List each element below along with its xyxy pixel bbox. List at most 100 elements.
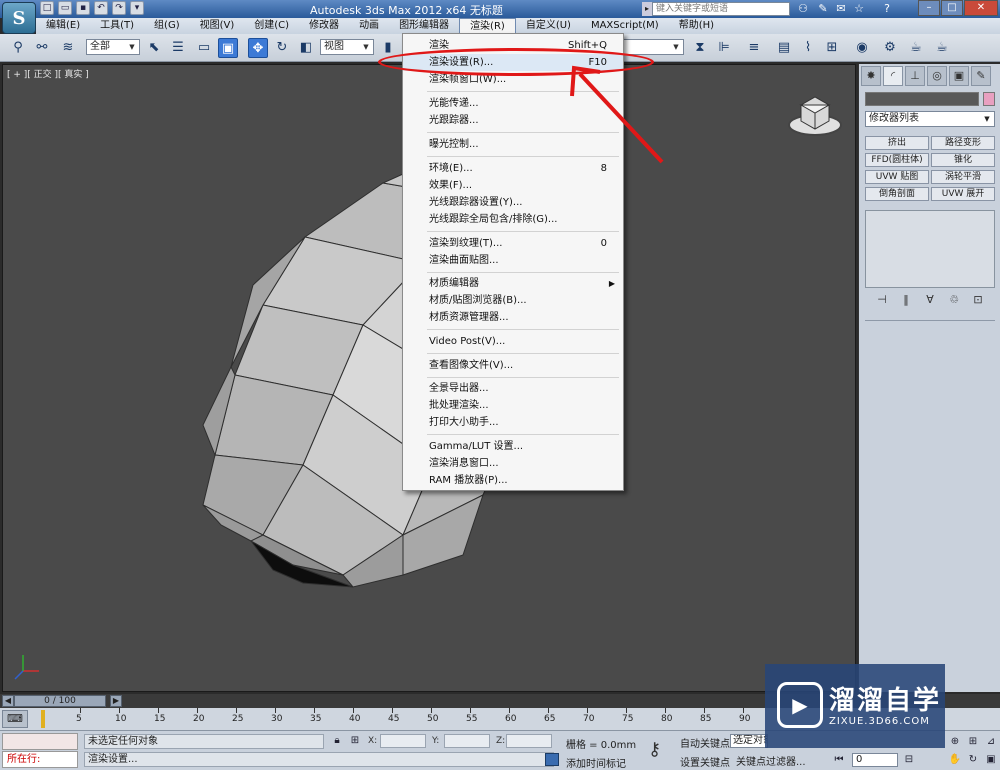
display-tab-icon[interactable]: ▣ bbox=[949, 66, 969, 86]
select-scale-icon[interactable]: ◧ bbox=[296, 38, 316, 58]
graphite-tools-icon[interactable]: ▤ bbox=[774, 38, 794, 58]
mini-curve-editor-icon[interactable]: ⌨ bbox=[2, 710, 28, 728]
pin-stack-icon[interactable]: ⊣ bbox=[873, 292, 891, 308]
go-to-start-icon[interactable]: ⏮ bbox=[832, 753, 846, 767]
modifier-button-turbosmooth[interactable]: 涡轮平滑 bbox=[931, 170, 995, 184]
menu-rendering[interactable]: 渲染(R) bbox=[459, 18, 516, 34]
rectangle-selection-icon[interactable]: ▭ bbox=[194, 38, 214, 58]
modifier-button-path-deform[interactable]: 路径变形 bbox=[931, 136, 995, 150]
key-filters-button[interactable]: 关键点过滤器... bbox=[736, 753, 806, 768]
motion-tab-icon[interactable]: ◎ bbox=[927, 66, 947, 86]
menu-edit[interactable]: 编辑(E) bbox=[36, 18, 90, 34]
render-setup-icon[interactable]: ⚙ bbox=[880, 38, 900, 58]
hierarchy-tab-icon[interactable]: ⊥ bbox=[905, 66, 925, 86]
pan-icon[interactable]: ✋ bbox=[948, 753, 962, 767]
modifier-stack[interactable] bbox=[865, 210, 995, 288]
modifier-list-dropdown[interactable]: 修改器列表 ▼ bbox=[865, 111, 995, 127]
rendered-frame-window-icon[interactable]: ☕ bbox=[906, 38, 926, 58]
selection-filter-dropdown[interactable]: 全部 ▼ bbox=[86, 39, 140, 55]
menu-item-light-tracer[interactable]: 光跟踪器... bbox=[403, 112, 623, 129]
menu-item-material-map-browser[interactable]: 材质/贴图浏览器(B)... bbox=[403, 292, 623, 309]
modifier-button-unwrap-uvw[interactable]: UVW 展开 bbox=[931, 187, 995, 201]
modifier-button-uvw-map[interactable]: UVW 贴图 bbox=[865, 170, 929, 184]
layer-manager-icon[interactable]: ≡ bbox=[744, 38, 764, 58]
object-color-swatch[interactable] bbox=[983, 92, 995, 106]
field-of-view-icon[interactable]: ⊿ bbox=[984, 735, 998, 749]
communication-icon[interactable]: ✉ bbox=[834, 2, 848, 16]
menu-item-print-size-wizard[interactable]: 打印大小助手... bbox=[403, 414, 623, 431]
menu-item-radiosity[interactable]: 光能传递... bbox=[403, 95, 623, 112]
menu-create[interactable]: 创建(C) bbox=[244, 18, 299, 34]
menu-item-material-editor[interactable]: 材质编辑器 ▶ bbox=[403, 275, 623, 292]
menu-item-raytrace-global[interactable]: 光线跟踪全局包含/排除(G)... bbox=[403, 211, 623, 228]
redo-icon[interactable]: ↷ bbox=[112, 1, 126, 15]
menu-item-material-explorer[interactable]: 材质资源管理器... bbox=[403, 309, 623, 326]
menu-item-effects[interactable]: 效果(F)... bbox=[403, 177, 623, 194]
menu-item-render-to-texture[interactable]: 渲染到纹理(T)... 0 bbox=[403, 235, 623, 252]
remove-modifier-icon[interactable]: ♲ bbox=[945, 292, 963, 308]
modify-tab-icon[interactable]: ◜ bbox=[883, 66, 903, 86]
unlink-icon[interactable]: ⚯ bbox=[32, 38, 52, 58]
binoculars-icon[interactable]: ⚇ bbox=[796, 2, 810, 16]
z-coord-field[interactable] bbox=[506, 734, 552, 748]
mirror-icon[interactable]: ⧗ bbox=[690, 38, 710, 58]
y-coord-field[interactable] bbox=[444, 734, 490, 748]
select-object-icon[interactable]: ⬉ bbox=[144, 38, 164, 58]
menu-animation[interactable]: 动画 bbox=[349, 18, 389, 34]
new-icon[interactable]: □ bbox=[40, 1, 54, 15]
select-move-icon[interactable]: ✥ bbox=[248, 38, 268, 58]
menu-item-batch-render[interactable]: 批处理渲染... bbox=[403, 397, 623, 414]
named-selection-dropdown[interactable]: ▼ bbox=[620, 39, 684, 55]
tools-icon[interactable]: ✎ bbox=[816, 2, 830, 16]
time-slider-handle[interactable]: 0 / 100 bbox=[14, 695, 106, 707]
auto-key-button[interactable]: 自动关键点 bbox=[680, 735, 730, 750]
time-config-icon[interactable]: ⊟ bbox=[902, 753, 916, 767]
menu-item-gamma-lut[interactable]: Gamma/LUT 设置... bbox=[403, 438, 623, 455]
help-icon[interactable]: ? bbox=[880, 2, 894, 16]
window-crossing-icon[interactable]: ▣ bbox=[218, 38, 238, 58]
menu-help[interactable]: 帮助(H) bbox=[669, 18, 724, 34]
set-key-button[interactable]: 设置关键点 bbox=[680, 754, 730, 769]
x-coord-field[interactable] bbox=[380, 734, 426, 748]
menu-item-environment[interactable]: 环境(E)... 8 bbox=[403, 160, 623, 177]
menu-item-render-message-window[interactable]: 渲染消息窗口... bbox=[403, 455, 623, 472]
search-arrow-icon[interactable]: ▸ bbox=[642, 2, 652, 16]
menu-item-ram-player[interactable]: RAM 播放器(P)... bbox=[403, 472, 623, 489]
undo-icon[interactable]: ↶ bbox=[94, 1, 108, 15]
menu-item-raytracer-settings[interactable]: 光线跟踪器设置(Y)... bbox=[403, 194, 623, 211]
link-icon[interactable]: ⚲ bbox=[8, 38, 28, 58]
absolute-mode-icon[interactable]: ⊞ bbox=[348, 734, 362, 748]
render-production-icon[interactable]: ☕ bbox=[932, 38, 952, 58]
add-time-tag[interactable]: 添加时间标记 bbox=[566, 755, 626, 770]
menu-item-render-surface-map[interactable]: 渲染曲面贴图... bbox=[403, 252, 623, 269]
select-rotate-icon[interactable]: ↻ bbox=[272, 38, 292, 58]
add-time-tag-icon[interactable] bbox=[545, 753, 559, 766]
modifier-button-bevel-profile[interactable]: 倒角剖面 bbox=[865, 187, 929, 201]
object-name-field[interactable] bbox=[865, 92, 979, 106]
maxscript-listener-input[interactable] bbox=[2, 733, 78, 750]
align-icon[interactable]: ⊫ bbox=[714, 38, 734, 58]
orbit-icon[interactable]: ↻ bbox=[966, 753, 980, 767]
modifier-button-taper[interactable]: 锥化 bbox=[931, 153, 995, 167]
menu-tools[interactable]: 工具(T) bbox=[90, 18, 144, 34]
modifier-button-extrude[interactable]: 挤出 bbox=[865, 136, 929, 150]
lock-icon[interactable]: 🔒︎ bbox=[330, 734, 344, 748]
current-frame-field[interactable]: 0 bbox=[852, 753, 898, 767]
key-selection-dropdown[interactable]: 选定对象 bbox=[730, 734, 768, 748]
show-end-result-icon[interactable]: ‖ bbox=[897, 292, 915, 308]
select-by-name-icon[interactable]: ☰ bbox=[168, 38, 188, 58]
next-frame-icon[interactable]: ▶ bbox=[110, 695, 122, 707]
save-icon[interactable]: ▪ bbox=[76, 1, 90, 15]
open-icon[interactable]: ▭ bbox=[58, 1, 72, 15]
maximize-button[interactable]: □ bbox=[941, 0, 963, 16]
search-input[interactable]: 键入关键字或短语 bbox=[652, 2, 790, 16]
favorites-icon[interactable]: ☆ bbox=[852, 2, 866, 16]
menu-modifiers[interactable]: 修改器 bbox=[299, 18, 349, 34]
maximize-viewport-icon[interactable]: ▣ bbox=[984, 753, 998, 767]
reference-coord-dropdown[interactable]: 视图 ▼ bbox=[320, 39, 374, 55]
material-editor-icon[interactable]: ◉ bbox=[852, 38, 872, 58]
menu-views[interactable]: 视图(V) bbox=[190, 18, 245, 34]
create-tab-icon[interactable]: ✸ bbox=[861, 66, 881, 86]
configure-modifier-sets-icon[interactable]: ⊡ bbox=[969, 292, 987, 308]
modifier-button-ffd-cyl[interactable]: FFD(圆柱体) bbox=[865, 153, 929, 167]
